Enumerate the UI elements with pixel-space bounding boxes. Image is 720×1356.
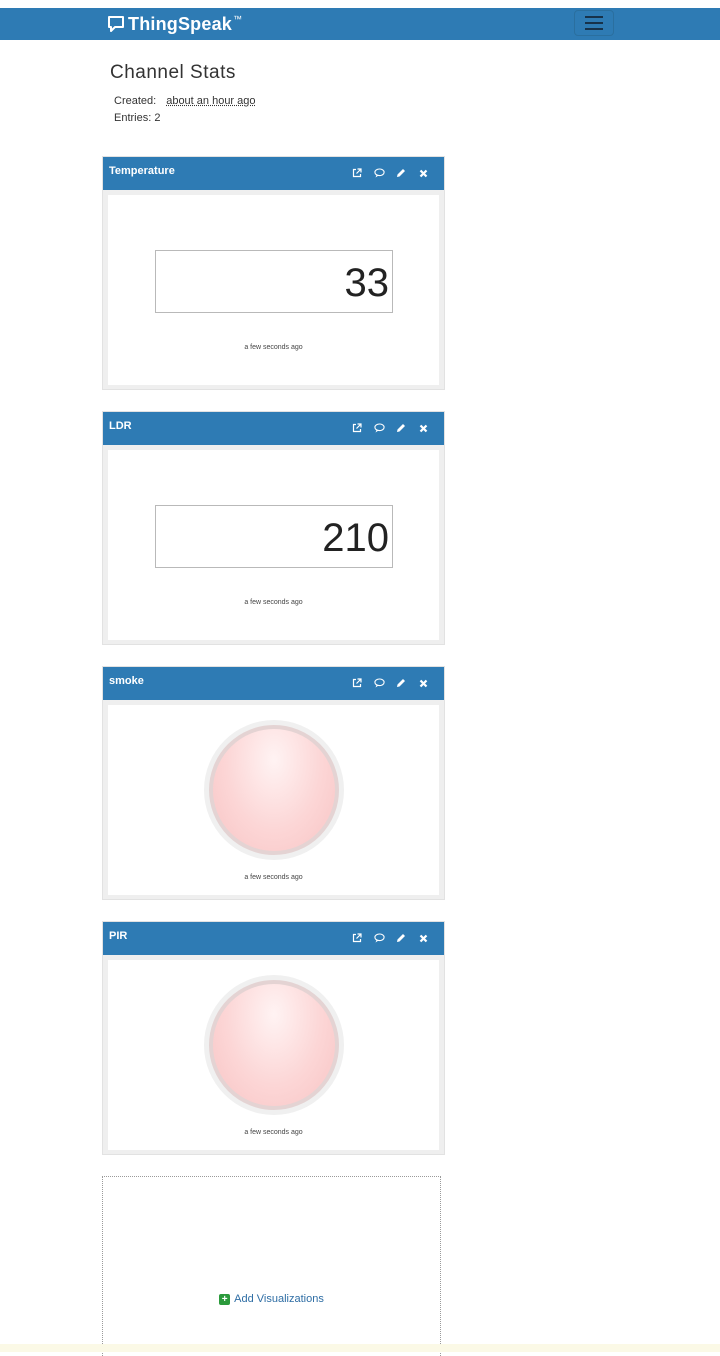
widget-timestamp: a few seconds ago — [244, 599, 303, 606]
comment-icon[interactable] — [372, 421, 386, 435]
comment-icon[interactable] — [372, 931, 386, 945]
widget-body: a few seconds ago — [108, 960, 439, 1150]
external-link-icon[interactable] — [350, 166, 364, 180]
widget-smoke: smoke a few seconds ago — [102, 666, 445, 900]
widget-actions — [350, 676, 430, 690]
pencil-icon[interactable] — [394, 676, 408, 690]
plus-square-icon: + — [219, 1293, 231, 1305]
close-icon[interactable] — [416, 421, 430, 435]
menu-toggle-button[interactable] — [574, 10, 614, 36]
navbar: ThingSpeak ™ — [0, 8, 720, 40]
widget-pir: PIR a few seconds ago — [102, 921, 445, 1155]
external-link-icon[interactable] — [350, 931, 364, 945]
numeric-value: 33 — [344, 261, 390, 305]
widget-timestamp: a few seconds ago — [244, 1129, 303, 1136]
widget-timestamp: a few seconds ago — [244, 344, 303, 351]
top-strip — [0, 0, 720, 8]
external-link-icon[interactable] — [350, 676, 364, 690]
widget-title: LDR — [109, 420, 132, 432]
brand-logo[interactable]: ThingSpeak ™ — [107, 12, 242, 36]
numeric-value: 210 — [322, 516, 389, 560]
chat-bubble-icon — [108, 16, 124, 32]
lamp-bulb — [209, 980, 339, 1110]
created-value: about an hour ago — [166, 95, 256, 107]
close-icon[interactable] — [416, 931, 430, 945]
widget-header: PIR — [103, 922, 444, 955]
widget-temperature: Temperature 33 a few seconds ago — [102, 156, 445, 390]
close-icon[interactable] — [416, 166, 430, 180]
hamburger-icon-bar — [585, 16, 603, 18]
widget-header: smoke — [103, 667, 444, 700]
close-icon[interactable] — [416, 676, 430, 690]
widget-body: 210 a few seconds ago — [108, 450, 439, 640]
page-title: Channel Stats — [110, 62, 236, 83]
comment-icon[interactable] — [372, 166, 386, 180]
widget-actions — [350, 931, 430, 945]
widget-actions — [350, 421, 430, 435]
pencil-icon[interactable] — [394, 421, 408, 435]
entries-count: Entries: 2 — [114, 112, 161, 124]
pencil-icon[interactable] — [394, 931, 408, 945]
numeric-display: 33 — [155, 250, 393, 313]
lamp-indicator — [204, 975, 344, 1115]
numeric-display: 210 — [155, 505, 393, 568]
brand-name: ThingSpeak — [128, 13, 233, 34]
hamburger-icon-bar — [585, 22, 603, 24]
widget-ldr: LDR 210 a few seconds ago — [102, 411, 445, 645]
widget-body: a few seconds ago — [108, 705, 439, 895]
widget-body: 33 a few seconds ago — [108, 195, 439, 385]
widget-header: LDR — [103, 412, 444, 445]
footer-strip — [0, 1344, 720, 1352]
widget-title: Temperature — [109, 165, 175, 177]
widget-title: PIR — [109, 930, 128, 942]
add-visualizations-label: Add Visualizations — [234, 1293, 324, 1305]
brand-trademark: ™ — [233, 14, 243, 24]
created-row: Created: about an hour ago — [114, 95, 256, 107]
widget-title: smoke — [109, 675, 144, 687]
comment-icon[interactable] — [372, 676, 386, 690]
widget-actions — [350, 166, 430, 180]
created-label: Created: — [114, 95, 157, 107]
widget-header: Temperature — [103, 157, 444, 190]
pencil-icon[interactable] — [394, 166, 408, 180]
external-link-icon[interactable] — [350, 421, 364, 435]
lamp-indicator — [204, 720, 344, 860]
add-visualizations-link[interactable]: + Add Visualizations — [103, 1293, 440, 1305]
add-visualizations-panel: + Add Visualizations — [102, 1176, 441, 1356]
widget-timestamp: a few seconds ago — [244, 874, 303, 881]
hamburger-icon-bar — [585, 28, 603, 30]
lamp-bulb — [209, 725, 339, 855]
